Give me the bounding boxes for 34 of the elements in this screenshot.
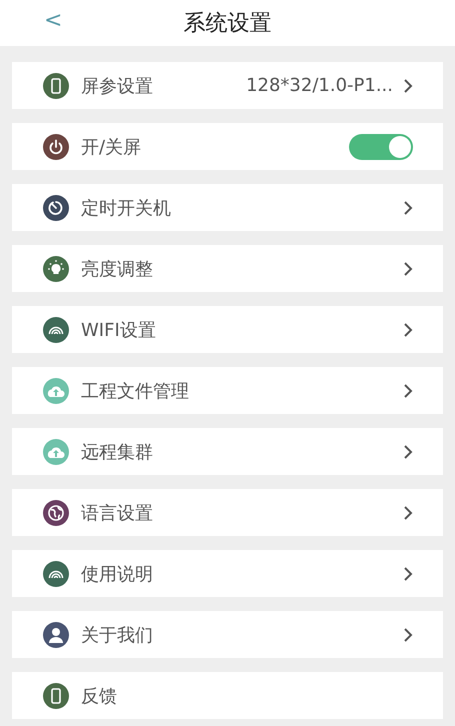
- settings-row[interactable]: 使用说明: [12, 550, 443, 597]
- chevron-right-icon: [403, 504, 413, 520]
- chevron-right-icon: [403, 566, 413, 582]
- chevron-right-icon: [403, 626, 413, 642]
- chevron-right-icon: [403, 322, 413, 338]
- settings-row[interactable]: 定时开关机: [12, 184, 443, 231]
- setting-label: WIFI设置: [81, 318, 157, 342]
- setting-label: 开/关屏: [81, 136, 142, 158]
- setting-label: 工程文件管理: [81, 380, 190, 402]
- setting-value: 128*32/1.0-P1...: [246, 75, 393, 96]
- page-title: 系统设置: [184, 10, 272, 38]
- setting-label: 亮度调整: [81, 258, 154, 280]
- settings-row[interactable]: 开/关屏: [12, 123, 443, 170]
- chevron-right-icon: [403, 200, 413, 216]
- chevron-right-icon: [403, 78, 413, 94]
- chevron-right-icon: [403, 382, 413, 398]
- settings-row[interactable]: 亮度调整: [12, 245, 443, 292]
- setting-label: 定时开关机: [81, 196, 172, 220]
- chevron-right-icon: [403, 260, 413, 276]
- setting-label: 屏参设置: [81, 74, 154, 98]
- settings-row[interactable]: 语言设置: [12, 489, 443, 536]
- settings-row[interactable]: 反馈: [12, 672, 443, 719]
- setting-label: 关于我们: [81, 624, 154, 646]
- setting-label: 远程集群: [81, 440, 154, 464]
- setting-label: 语言设置: [81, 502, 154, 524]
- settings-row[interactable]: 工程文件管理: [12, 367, 443, 414]
- toggle-switch[interactable]: [349, 134, 413, 160]
- settings-row[interactable]: 关于我们: [12, 611, 443, 658]
- chevron-right-icon: [403, 444, 413, 460]
- settings-row[interactable]: WIFI设置: [12, 306, 443, 353]
- setting-label: 反馈: [81, 684, 118, 708]
- settings-row[interactable]: 远程集群: [12, 428, 443, 475]
- setting-label: 使用说明: [81, 562, 154, 586]
- settings-row[interactable]: 屏参设置 128*32/1.0-P1...: [12, 62, 443, 109]
